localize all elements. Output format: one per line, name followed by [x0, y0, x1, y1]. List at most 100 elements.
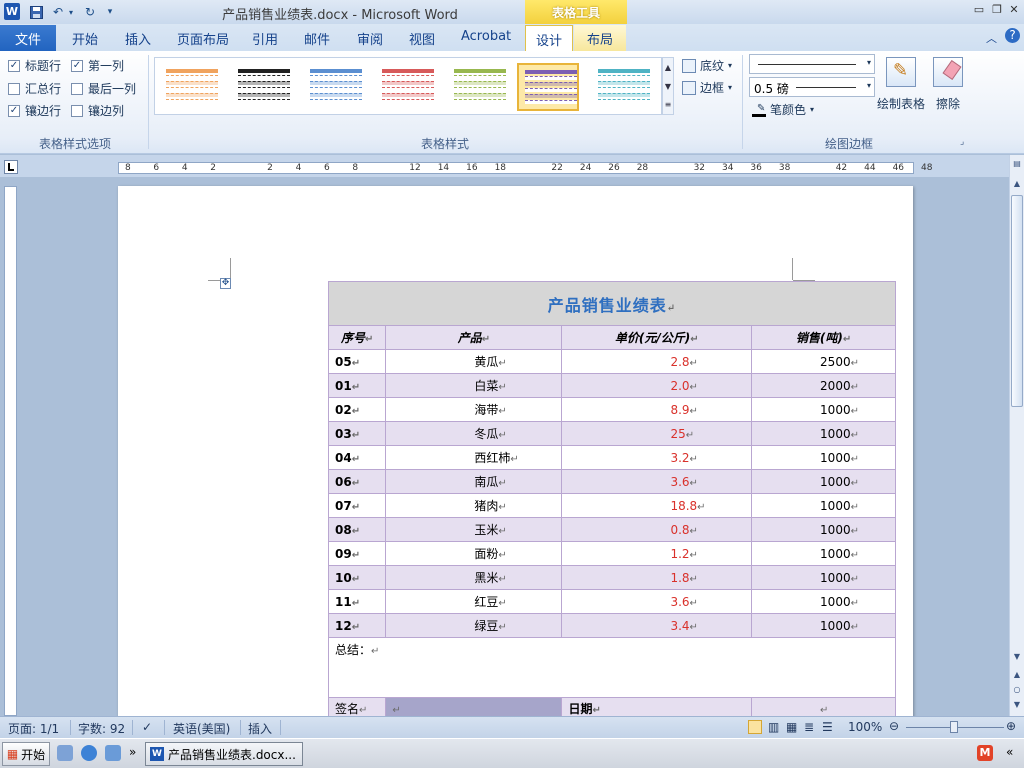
- proofing-icon[interactable]: ✓: [142, 720, 152, 734]
- table-cell[interactable]: 2000↵: [751, 373, 896, 398]
- language-indicator[interactable]: 英语(美国): [173, 720, 230, 737]
- table-cell[interactable]: 03↵: [327, 421, 387, 446]
- scroll-down-icon[interactable]: ▼: [1011, 652, 1023, 664]
- save-icon[interactable]: [28, 3, 44, 21]
- table-cell[interactable]: 2500↵: [751, 349, 896, 374]
- scroll-thumb[interactable]: [1011, 195, 1023, 407]
- sign-value-cell[interactable]: ↵: [385, 697, 563, 716]
- more-icon[interactable]: »: [129, 745, 136, 759]
- ie-browser-icon[interactable]: [81, 745, 97, 761]
- table-cell[interactable]: 3.4↵: [561, 613, 753, 638]
- web-layout-icon[interactable]: ▦: [786, 720, 797, 734]
- table-style-1[interactable]: [159, 63, 221, 111]
- header-row-checkbox[interactable]: ✓ 标题行: [8, 57, 61, 74]
- word-count[interactable]: 字数: 92: [78, 720, 125, 737]
- zoom-in-icon[interactable]: ⊕: [1006, 719, 1016, 733]
- media-player-icon[interactable]: [105, 745, 121, 761]
- tab-review[interactable]: 审阅: [357, 29, 383, 48]
- draft-icon[interactable]: ☰: [822, 720, 833, 734]
- table-cell[interactable]: 绿豆↵: [385, 613, 563, 638]
- customize-qat-icon[interactable]: ▾: [104, 3, 116, 21]
- word-logo-icon[interactable]: W: [4, 3, 20, 20]
- sales-table[interactable]: 产品销售业绩表↵ 序号↵ 产品↵ 单价(元/公斤)↵ 销售(吨)↵ 05↵ 黄瓜↵ 2.8↵ 2…: [327, 281, 896, 716]
- table-cell[interactable]: 1000↵: [751, 445, 896, 470]
- table-cell[interactable]: 1000↵: [751, 541, 896, 566]
- table-move-handle-icon[interactable]: ✥: [220, 278, 231, 289]
- table-cell[interactable]: 南瓜↵: [385, 469, 563, 494]
- table-cell[interactable]: 3.6↵: [561, 589, 753, 614]
- table-cell[interactable]: 8.9↵: [561, 397, 753, 422]
- table-cell[interactable]: 1000↵: [751, 613, 896, 638]
- header-cell[interactable]: 产品↵: [385, 325, 563, 350]
- summary-cell[interactable]: 总结：↵: [328, 637, 896, 698]
- tab-references[interactable]: 引用: [252, 29, 278, 48]
- table-cell[interactable]: 18.8↵: [561, 493, 753, 518]
- tab-mailings[interactable]: 邮件: [304, 29, 330, 48]
- table-style-7[interactable]: [591, 63, 653, 111]
- table-cell[interactable]: 玉米↵: [385, 517, 563, 542]
- header-cell[interactable]: 销售(吨)↵: [751, 325, 896, 350]
- vertical-ruler[interactable]: [4, 186, 17, 716]
- tab-page-layout[interactable]: 页面布局: [177, 29, 229, 48]
- table-cell[interactable]: 1000↵: [751, 469, 896, 494]
- table-cell[interactable]: 02↵: [327, 397, 387, 422]
- table-cell[interactable]: 西红柿↵: [385, 445, 563, 470]
- table-cell[interactable]: 1000↵: [751, 397, 896, 422]
- table-cell[interactable]: 1000↵: [751, 517, 896, 542]
- full-screen-reading-icon[interactable]: ▥: [768, 720, 779, 734]
- restore-icon[interactable]: ❐: [990, 3, 1004, 17]
- table-cell[interactable]: 01↵: [327, 373, 387, 398]
- table-cell[interactable]: 06↵: [327, 469, 387, 494]
- table-cell[interactable]: 黑米↵: [385, 565, 563, 590]
- minimize-icon[interactable]: ▭: [972, 3, 986, 17]
- table-cell[interactable]: 1.2↵: [561, 541, 753, 566]
- borders-button[interactable]: 边框 ▾: [682, 79, 732, 96]
- tab-view[interactable]: 视图: [409, 29, 435, 48]
- page-count[interactable]: 页面: 1/1: [8, 720, 59, 737]
- table-cell[interactable]: 1000↵: [751, 421, 896, 446]
- tab-insert[interactable]: 插入: [125, 29, 151, 48]
- tab-acrobat[interactable]: Acrobat: [461, 29, 511, 44]
- banded-columns-checkbox[interactable]: 镶边列: [71, 102, 124, 119]
- tab-table-layout[interactable]: 布局: [574, 25, 626, 51]
- dialog-launcher-icon[interactable]: ⌟: [960, 137, 964, 147]
- banded-rows-checkbox[interactable]: ✓ 镶边行: [8, 102, 61, 119]
- table-style-3[interactable]: [303, 63, 365, 111]
- help-icon[interactable]: ?: [1005, 28, 1020, 43]
- gallery-down-icon[interactable]: ▼: [663, 77, 673, 96]
- next-page-icon[interactable]: ▼: [1011, 700, 1023, 712]
- table-style-2[interactable]: [231, 63, 293, 111]
- tab-selector-icon[interactable]: [4, 160, 18, 174]
- line-style-select[interactable]: ▾: [749, 54, 875, 74]
- table-cell[interactable]: 黄瓜↵: [385, 349, 563, 374]
- table-cell[interactable]: 12↵: [327, 613, 387, 638]
- browse-object-icon[interactable]: ○: [1011, 685, 1023, 697]
- redo-icon[interactable]: ↻: [82, 3, 98, 21]
- table-cell[interactable]: 红豆↵: [385, 589, 563, 614]
- table-cell[interactable]: 1.8↵: [561, 565, 753, 590]
- desktop-icon[interactable]: [57, 745, 73, 761]
- zoom-out-icon[interactable]: ⊖: [889, 719, 899, 733]
- table-cell[interactable]: 1000↵: [751, 589, 896, 614]
- previous-page-icon[interactable]: ▲: [1011, 670, 1023, 682]
- table-cell[interactable]: 07↵: [327, 493, 387, 518]
- sign-label-cell[interactable]: 签名↵: [327, 697, 387, 716]
- table-cell[interactable]: 04↵: [327, 445, 387, 470]
- table-cell[interactable]: 3.2↵: [561, 445, 753, 470]
- collapse-ribbon-icon[interactable]: ︿: [986, 30, 997, 46]
- eraser-button[interactable]: 擦除: [930, 57, 966, 112]
- table-cell[interactable]: 猪肉↵: [385, 493, 563, 518]
- tray-expand-icon[interactable]: «: [1006, 745, 1013, 759]
- scroll-up-icon[interactable]: ▲: [1011, 179, 1023, 191]
- table-cell[interactable]: 09↵: [327, 541, 387, 566]
- close-icon[interactable]: ✕: [1007, 3, 1021, 17]
- table-cell[interactable]: 海带↵: [385, 397, 563, 422]
- pen-color-button[interactable]: ✎ 笔颜色 ▾: [752, 101, 814, 118]
- ruler-toggle-icon[interactable]: ▤: [1011, 159, 1023, 171]
- table-cell[interactable]: 25↵: [561, 421, 753, 446]
- table-cell[interactable]: 面粉↵: [385, 541, 563, 566]
- date-label-cell[interactable]: 日期↵: [561, 697, 753, 716]
- table-cell[interactable]: 10↵: [327, 565, 387, 590]
- gallery-up-icon[interactable]: ▲: [663, 58, 673, 77]
- table-cell[interactable]: 1000↵: [751, 565, 896, 590]
